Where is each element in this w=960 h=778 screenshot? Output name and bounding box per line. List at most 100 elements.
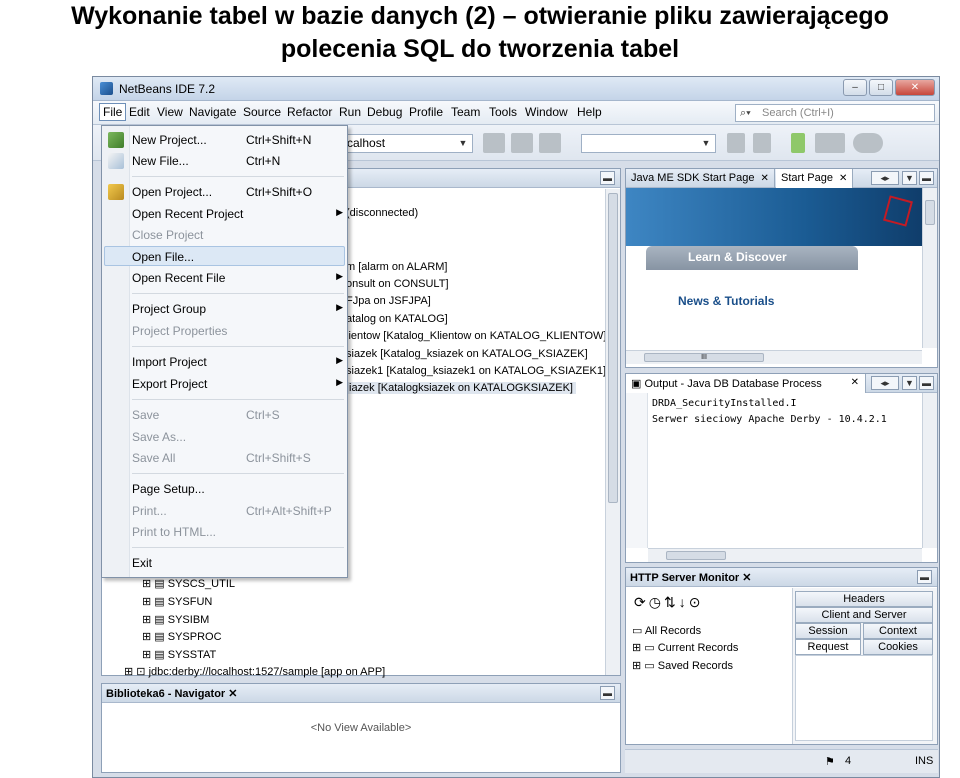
start-vscroll[interactable] xyxy=(922,188,937,348)
news-tutorials-link[interactable]: News & Tutorials xyxy=(678,294,774,308)
minimize-button[interactable]: – xyxy=(843,79,867,96)
close-icon[interactable]: ✕ xyxy=(839,173,847,184)
menu-file[interactable]: File xyxy=(99,103,127,121)
tree-row[interactable]: atalog on KATALOG] xyxy=(346,313,448,325)
menu-profile[interactable]: Profile xyxy=(409,105,443,119)
schema-row[interactable]: ⊞ ▤ SYSSTAT xyxy=(142,648,216,661)
tab-start-page[interactable]: Start Page ✕ xyxy=(776,169,854,188)
chevron-down-icon[interactable]: ▼ xyxy=(902,171,917,185)
tab-request[interactable]: Request xyxy=(795,639,861,655)
db-icon[interactable] xyxy=(483,133,505,153)
tab-scroll-button[interactable]: ◂▸ xyxy=(871,376,899,390)
clock-icon[interactable]: ⊙ xyxy=(689,594,704,610)
tab-java-me-sdk[interactable]: Java ME SDK Start Page ✕ xyxy=(626,169,775,188)
tree-row[interactable]: siazek [Katalog_ksiazek on KATALOG_KSIAZ… xyxy=(346,348,588,360)
menu-item-export-project[interactable]: Export Project ▶ xyxy=(132,374,346,394)
run-icon[interactable] xyxy=(791,133,805,153)
tree-row[interactable]: siazek1 [Katalog_ksiazek1 on KATALOG_KSI… xyxy=(346,365,606,377)
minimize-panel-button[interactable]: ▬ xyxy=(600,171,615,185)
menu-item-open-file[interactable]: Open File... xyxy=(104,246,345,266)
menu-item-close-project[interactable]: Close Project xyxy=(132,225,346,245)
learn-discover-tab[interactable]: Learn & Discover xyxy=(646,246,858,270)
menu-item-save-all[interactable]: Save All Ctrl+Shift+S xyxy=(132,448,346,468)
menu-source[interactable]: Source xyxy=(243,105,281,119)
search-input[interactable]: ⌕▾ Search (Ctrl+I) xyxy=(735,104,935,122)
menu-refactor[interactable]: Refactor xyxy=(287,105,332,119)
tree-row[interactable]: (disconnected) xyxy=(346,207,418,219)
menu-item-project-group[interactable]: Project Group ▶ xyxy=(132,299,346,319)
menu-debug[interactable]: Debug xyxy=(367,105,402,119)
menu-run[interactable]: Run xyxy=(339,105,361,119)
schema-row[interactable]: ⊞ ▤ SYSIBM xyxy=(142,613,209,626)
sort-time-icon[interactable]: ◷ xyxy=(649,594,664,610)
start-hscroll[interactable]: III xyxy=(626,350,922,364)
close-icon[interactable]: ✕ xyxy=(742,572,751,584)
debug-icon[interactable] xyxy=(815,133,845,153)
sort-alpha-icon[interactable]: ⇅ xyxy=(664,594,679,610)
close-icon[interactable]: ✕ xyxy=(851,377,859,388)
menu-navigate[interactable]: Navigate xyxy=(189,105,236,119)
output-hscroll[interactable] xyxy=(648,548,922,562)
menu-item-print[interactable]: Print... Ctrl+Alt+Shift+P xyxy=(132,501,346,521)
menu-item-save-as[interactable]: Save As... xyxy=(132,427,346,447)
minimize-panel-button[interactable]: ▬ xyxy=(919,376,934,390)
close-icon[interactable]: ✕ xyxy=(761,173,769,184)
menu-item-new-project[interactable]: New Project... Ctrl+Shift+N xyxy=(132,130,346,150)
tab-cookies[interactable]: Cookies xyxy=(863,639,933,655)
menu-help[interactable]: Help xyxy=(577,105,602,119)
schema-row[interactable]: ⊞ ▤ SYSPROC xyxy=(142,630,222,643)
output-vscroll[interactable] xyxy=(922,393,937,548)
chevron-down-icon[interactable]: ▼ xyxy=(902,376,917,390)
scrollbar-thumb[interactable]: III xyxy=(644,353,764,362)
notification-icon[interactable]: ⚑ xyxy=(825,755,835,768)
minimize-panel-button[interactable]: ▬ xyxy=(917,570,932,584)
menu-item-new-file[interactable]: New File... Ctrl+N xyxy=(132,151,346,171)
minimize-panel-button[interactable]: ▬ xyxy=(600,686,615,700)
menu-item-project-properties[interactable]: Project Properties xyxy=(132,321,346,341)
host-combo[interactable]: calhost ▼ xyxy=(343,134,473,153)
menu-item-save[interactable]: Save Ctrl+S xyxy=(132,405,346,425)
menu-item-exit[interactable]: Exit xyxy=(132,553,346,573)
tree-row[interactable]: FJpa on JSFJPA] xyxy=(346,295,431,307)
tree-row[interactable]: m [alarm on ALARM] xyxy=(346,261,447,273)
sort-size-icon[interactable]: ↓ xyxy=(679,594,689,610)
tab-context[interactable]: Context xyxy=(863,623,933,639)
close-button[interactable]: ✕ xyxy=(895,79,935,96)
schema-row[interactable]: ⊞ ▤ SYSCS_UTIL xyxy=(142,577,235,590)
tab-headers[interactable]: Headers xyxy=(795,591,933,607)
menu-item-page-setup[interactable]: Page Setup... xyxy=(132,479,346,499)
menu-item-open-recent-file[interactable]: Open Recent File ▶ xyxy=(132,268,346,288)
records-saved[interactable]: ⊞ ▭ Saved Records xyxy=(632,659,733,672)
config-combo[interactable]: ▼ xyxy=(581,134,716,153)
records-all[interactable]: ▭ All Records xyxy=(632,624,701,637)
scrollbar-thumb[interactable] xyxy=(925,200,935,225)
tab-scroll-button[interactable]: ◂▸ xyxy=(871,171,899,185)
tab-client-server[interactable]: Client and Server xyxy=(795,607,933,623)
menu-item-print-to-html[interactable]: Print to HTML... xyxy=(132,522,346,542)
tab-output[interactable]: ▣ Output - Java DB Database Process ✕ xyxy=(626,374,866,393)
tree-row[interactable]: onsult on CONSULT] xyxy=(346,278,449,290)
menu-team[interactable]: Team xyxy=(451,105,480,119)
scrollbar-thumb[interactable] xyxy=(666,551,726,560)
tree-row-selected[interactable]: iazek [Katalogksiazek on KATALOGKSIAZEK] xyxy=(346,382,576,394)
db-remove-icon[interactable] xyxy=(539,133,561,153)
menu-item-import-project[interactable]: Import Project ▶ xyxy=(132,352,346,372)
services-scrollbar[interactable] xyxy=(605,189,620,675)
tree-row[interactable]: lientow [Katalog_Klientow on KATALOG_KLI… xyxy=(346,330,606,342)
connection-row[interactable]: ⊞ ⊡ jdbc:derby://localhost:1527/sample [… xyxy=(124,665,385,678)
records-current[interactable]: ⊞ ▭ Current Records xyxy=(632,641,738,654)
close-icon[interactable]: ✕ xyxy=(228,688,237,700)
scrollbar-thumb[interactable] xyxy=(608,193,618,503)
maximize-button[interactable]: □ xyxy=(869,79,893,96)
menu-item-open-project[interactable]: Open Project... Ctrl+Shift+O xyxy=(132,182,346,202)
menu-view[interactable]: View xyxy=(157,105,183,119)
minimize-panel-button[interactable]: ▬ xyxy=(919,171,934,185)
tab-session[interactable]: Session xyxy=(795,623,861,639)
refresh-icon[interactable]: ⟳ xyxy=(634,594,649,610)
schema-row[interactable]: ⊞ ▤ SYSFUN xyxy=(142,595,212,608)
menu-window[interactable]: Window xyxy=(525,105,568,119)
db-add-icon[interactable] xyxy=(511,133,533,153)
build-icon[interactable] xyxy=(727,133,745,153)
menu-tools[interactable]: Tools xyxy=(489,105,517,119)
clean-build-icon[interactable] xyxy=(753,133,771,153)
